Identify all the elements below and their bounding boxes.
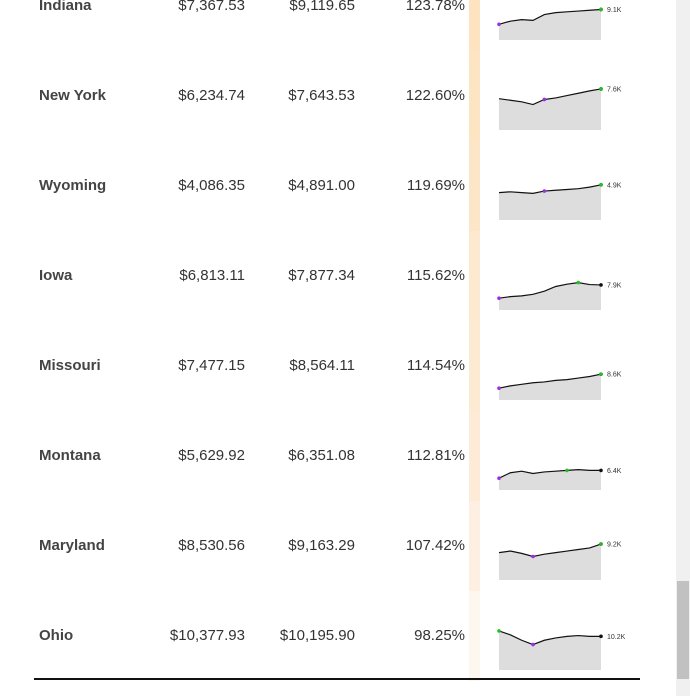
table-row: Maryland $8,530.56 $9,163.29 107.42% 9.2K xyxy=(0,501,676,591)
sparkline-low-point xyxy=(531,642,535,647)
value-2: $10,195.90 xyxy=(279,627,355,644)
percent-value: 98.25% xyxy=(414,627,465,644)
sparkline-low-point xyxy=(497,386,501,390)
table-row: New York $6,234.74 $7,643.53 122.60% 7.6K xyxy=(0,51,676,141)
state-name: Iowa xyxy=(39,267,73,284)
table-row: Indiana $7,367.53 $9,119.65 123.78% 9.1K xyxy=(0,0,676,51)
value-2: $4,891.00 xyxy=(288,177,355,194)
percent-value: 112.81% xyxy=(406,447,465,464)
sparkline-end-point xyxy=(599,634,603,639)
state-name: Wyoming xyxy=(39,177,107,194)
sparkline: 9.2K xyxy=(496,501,636,591)
state-name: Ohio xyxy=(39,627,74,644)
value-2: $9,163.29 xyxy=(288,537,355,554)
sparkline-low-point xyxy=(497,476,501,480)
sparkline-low-point xyxy=(497,296,501,300)
value-1: $8,530.56 xyxy=(178,537,245,554)
sparkline-label: 7.9K xyxy=(607,282,622,289)
percent-heat-bar xyxy=(469,0,480,51)
value-2: $6,351.08 xyxy=(288,447,355,464)
sparkline-low-point xyxy=(542,189,547,193)
sparkline-label: 9.2K xyxy=(607,542,622,549)
sparkline-high-point xyxy=(599,372,603,376)
table-row: Iowa $6,813.11 $7,877.34 115.62% 7.9K xyxy=(0,231,676,321)
percent-heat-bar xyxy=(469,411,480,501)
sparkline-high-point xyxy=(497,629,501,633)
sparkline-low-point xyxy=(542,97,547,102)
sparkline-label: 6.4K xyxy=(607,468,622,475)
sparkline: 7.6K xyxy=(496,51,636,141)
value-1: $7,477.15 xyxy=(178,357,245,374)
sparkline-high-point xyxy=(599,183,603,187)
value-2: $7,877.34 xyxy=(288,267,355,284)
state-name: Indiana xyxy=(39,0,92,14)
sparkline-high-point xyxy=(599,7,603,12)
sparkline-high-point xyxy=(599,542,603,546)
state-name: Missouri xyxy=(39,357,101,374)
value-2: $7,643.53 xyxy=(288,87,355,104)
sparkline: 9.1K xyxy=(496,0,636,51)
value-1: $6,234.74 xyxy=(178,87,245,104)
value-2: $8,564.11 xyxy=(289,357,355,374)
sparkline: 6.4K xyxy=(496,411,636,501)
percent-value: 114.54% xyxy=(406,357,465,374)
sparkline-low-point xyxy=(531,554,535,559)
percent-value: 123.78% xyxy=(405,0,465,14)
sparkline-label: 10.2K xyxy=(607,634,626,641)
state-name: New York xyxy=(39,87,106,104)
value-2: $9,119.65 xyxy=(289,0,355,14)
state-name: Montana xyxy=(39,447,101,464)
percent-heat-bar xyxy=(469,321,480,411)
sparkline-end-point xyxy=(599,468,603,473)
percent-heat-bar xyxy=(469,501,480,591)
state-name: Maryland xyxy=(39,537,105,554)
table-row: Wyoming $4,086.35 $4,891.00 119.69% 4.9K xyxy=(0,141,676,231)
percent-heat-bar xyxy=(469,591,480,681)
sparkline-end-point xyxy=(599,283,603,287)
value-1: $6,813.11 xyxy=(179,267,245,284)
value-1: $4,086.35 xyxy=(178,177,245,194)
percent-value: 122.60% xyxy=(405,87,465,104)
sparkline: 8.6K xyxy=(496,321,636,411)
percent-heat-bar xyxy=(469,231,480,321)
sparkline: 10.2K xyxy=(496,591,636,681)
value-1: $10,377.93 xyxy=(169,627,245,644)
value-1: $5,629.92 xyxy=(178,447,245,464)
percent-value: 115.62% xyxy=(406,267,465,284)
table-row: Ohio $10,377.93 $10,195.90 98.25% 10.2K xyxy=(0,591,676,681)
table-row: Montana $5,629.92 $6,351.08 112.81% 6.4K xyxy=(0,411,676,501)
sparkline-label: 9.1K xyxy=(607,7,622,14)
percent-heat-bar xyxy=(469,51,480,141)
percent-heat-bar xyxy=(469,141,480,231)
value-1: $7,367.53 xyxy=(178,0,245,14)
sparkline: 7.9K xyxy=(496,231,636,321)
sparkline-label: 7.6K xyxy=(607,86,622,93)
table-row: Missouri $7,477.15 $8,564.11 114.54% 8.6K xyxy=(0,321,676,411)
scrollbar-thumb[interactable] xyxy=(677,581,689,679)
sparkline-high-point xyxy=(599,87,603,91)
sparkline-low-point xyxy=(497,22,501,27)
percent-value: 119.69% xyxy=(406,177,465,194)
sparkline-high-point xyxy=(576,280,581,285)
percent-value: 107.42% xyxy=(405,537,465,554)
sparkline-high-point xyxy=(565,468,569,473)
sparkline-label: 4.9K xyxy=(607,182,622,189)
sparkline-label: 8.6K xyxy=(607,372,622,379)
data-table: Indiana $7,367.53 $9,119.65 123.78% 9.1K New … xyxy=(0,0,676,696)
sparkline: 4.9K xyxy=(496,141,636,231)
table-bottom-rule xyxy=(34,678,640,680)
